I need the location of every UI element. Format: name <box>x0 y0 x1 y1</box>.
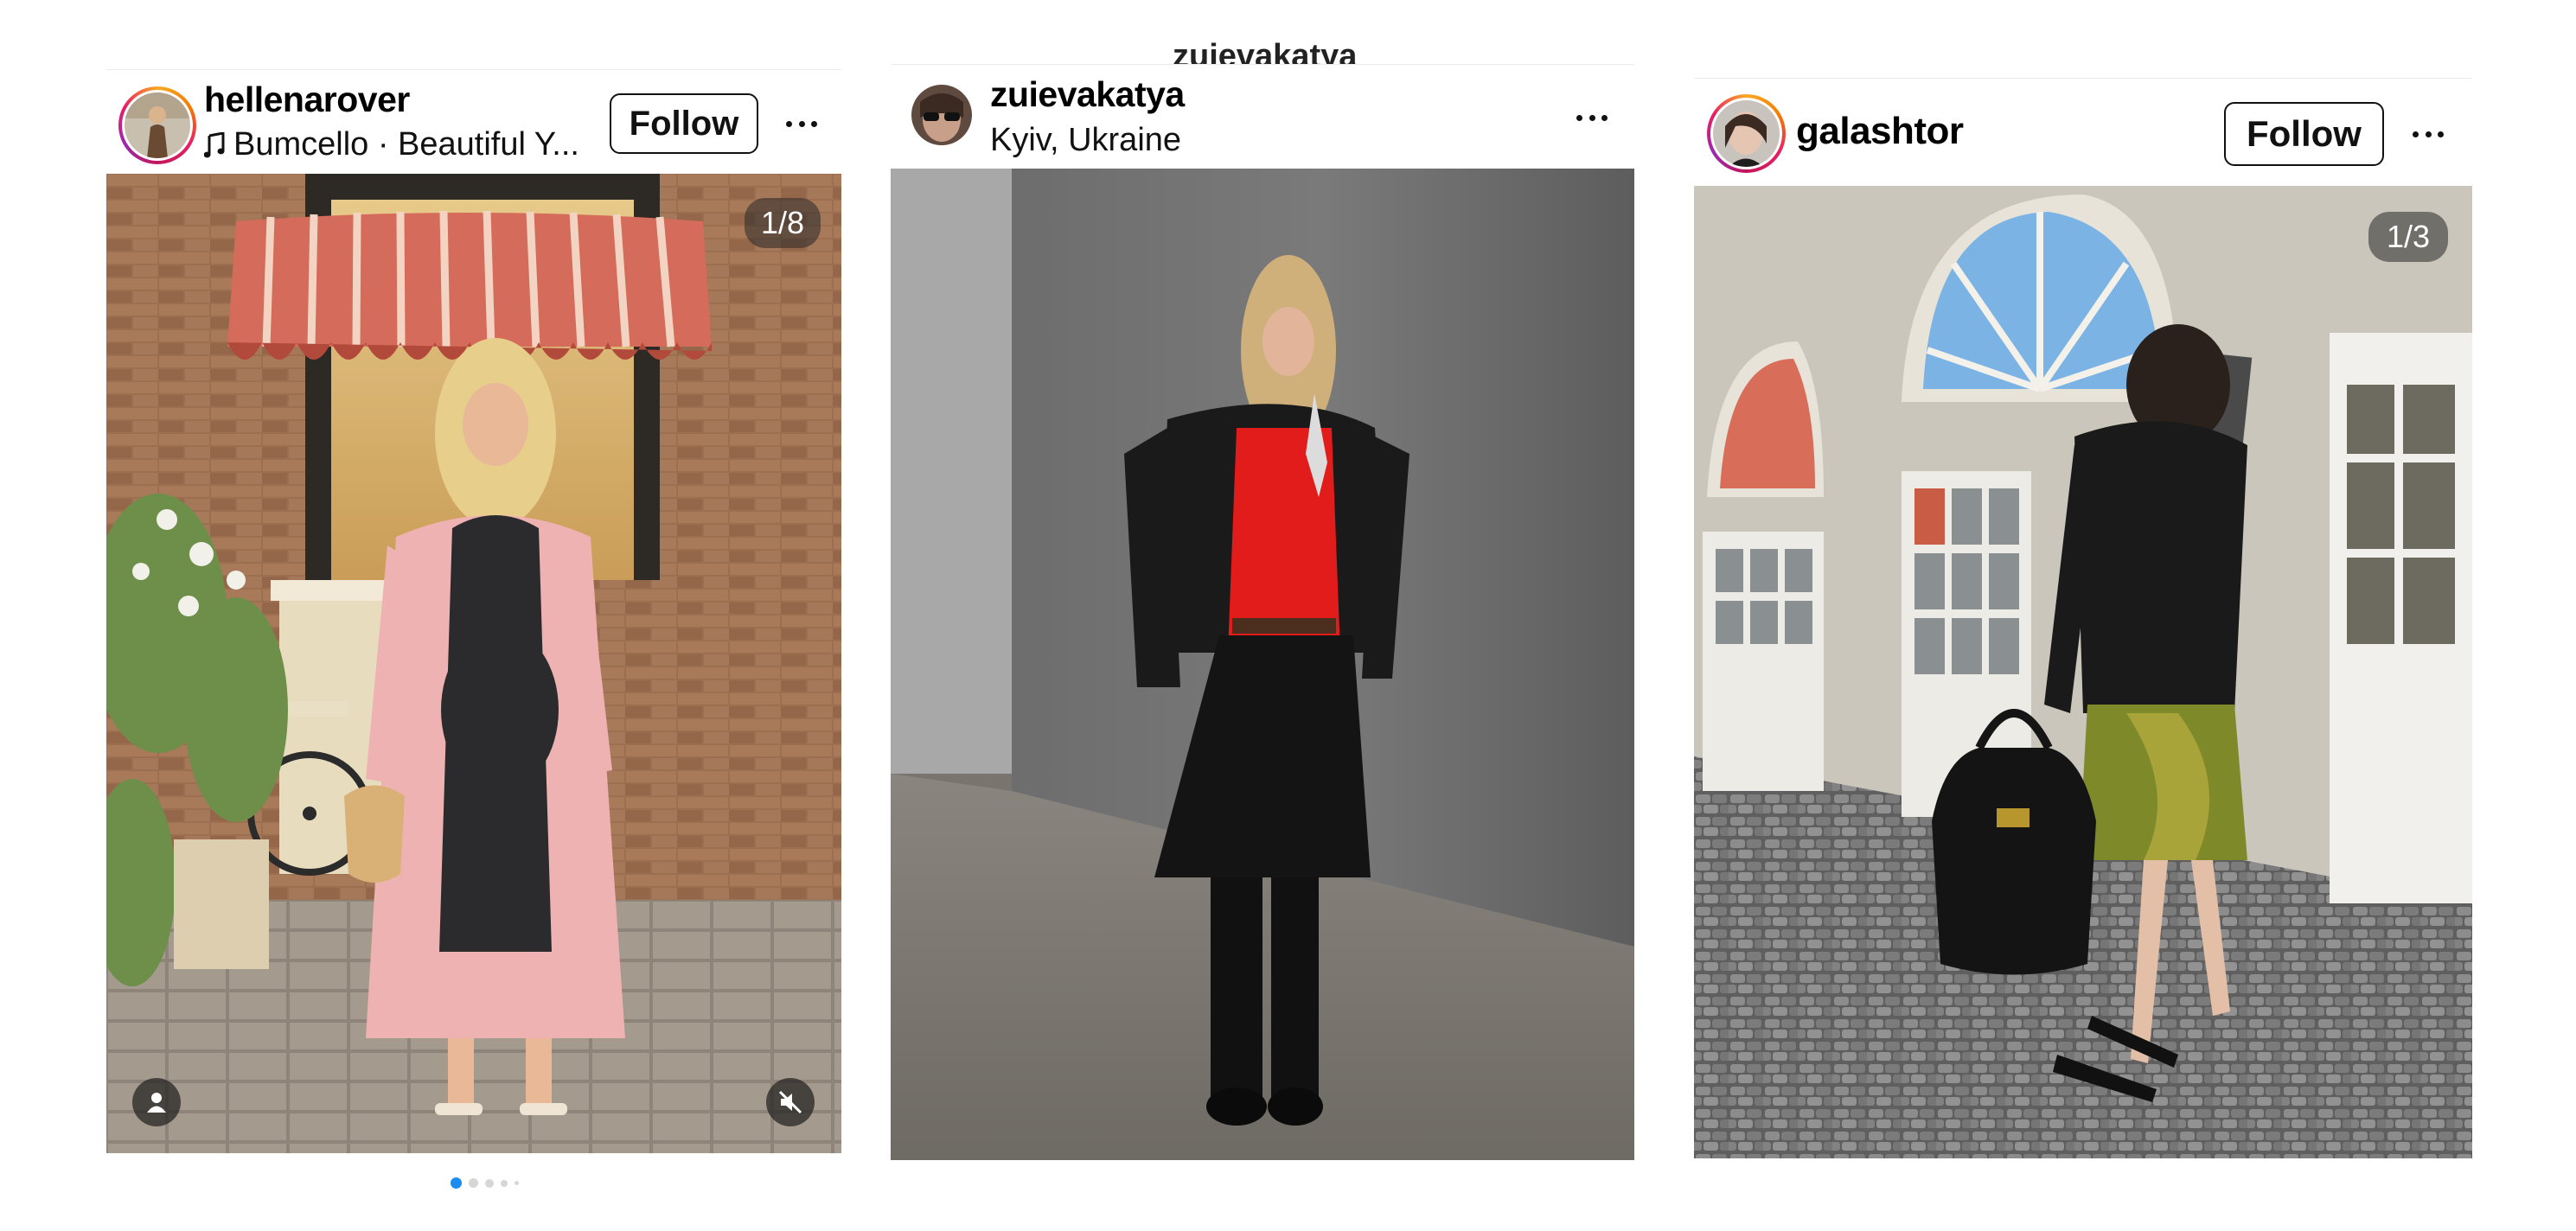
post-card-zuievakatya: zuievakatya Kyiv, Ukraine <box>891 64 1634 1162</box>
user-tag-icon[interactable] <box>132 1078 181 1126</box>
post-image[interactable] <box>891 169 1634 1160</box>
post-top-divider <box>1694 78 2472 79</box>
username[interactable]: zuievakatya <box>990 74 1185 115</box>
post-top-divider <box>106 69 841 70</box>
carousel-dot <box>485 1178 494 1188</box>
slide-counter: 1/3 <box>2368 212 2448 262</box>
carousel-dot <box>469 1178 478 1188</box>
post-top-divider <box>891 64 1634 65</box>
avatar-ring[interactable] <box>1707 94 1786 173</box>
carousel-dot <box>515 1181 519 1185</box>
audio-line[interactable]: Bumcello · Beautiful Y... <box>204 126 579 163</box>
carousel-indicator <box>451 1177 519 1189</box>
slide-counter: 1/8 <box>745 198 821 248</box>
avatar <box>1713 100 1780 167</box>
audio-label: Bumcello · Beautiful Y... <box>233 126 579 163</box>
music-note-icon <box>204 131 225 157</box>
location-label[interactable]: Kyiv, Ukraine <box>990 122 1181 159</box>
post-card-galashtor: galashtor Follow 1/3 <box>1694 78 2472 1158</box>
follow-button[interactable]: Follow <box>2224 102 2384 166</box>
more-options-icon[interactable] <box>786 120 817 127</box>
carousel-dot <box>501 1179 508 1187</box>
username[interactable]: hellenarover <box>204 80 410 120</box>
carousel-dot-active <box>451 1177 462 1189</box>
more-options-icon[interactable] <box>2413 131 2444 137</box>
post-image[interactable]: 1/3 <box>1694 186 2472 1158</box>
avatar <box>125 92 190 158</box>
follow-button[interactable]: Follow <box>610 93 758 154</box>
avatar-ring[interactable] <box>118 86 196 164</box>
post-image[interactable]: 1/8 <box>106 174 841 1153</box>
post-card-hellenarover: hellenarover Bumcello · Beautiful Y... F… <box>106 69 841 1193</box>
username[interactable]: galashtor <box>1796 110 1964 153</box>
avatar[interactable] <box>911 85 972 145</box>
mute-icon[interactable] <box>766 1078 815 1126</box>
more-options-icon[interactable] <box>1576 114 1608 121</box>
